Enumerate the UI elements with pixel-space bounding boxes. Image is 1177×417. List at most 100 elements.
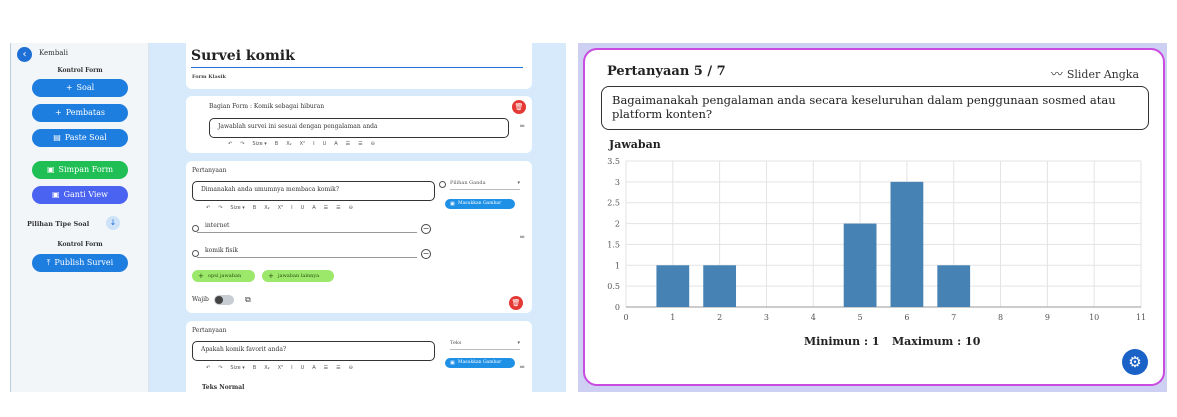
redo-icon[interactable]: ↷	[218, 205, 222, 211]
clipboard-icon: ▤	[53, 133, 61, 142]
bullet-list-icon[interactable]: ☰	[358, 141, 362, 147]
bullet-list-icon[interactable]: ☰	[336, 365, 340, 371]
superscript-icon[interactable]: X²	[300, 141, 305, 147]
preview-card: Pertanyaan 5 / 7 〰 Slider Angka Bagaimana…	[583, 48, 1165, 386]
save-icon: ▣	[52, 190, 60, 199]
min-label: Minimun : 1	[804, 335, 880, 348]
form-editor: ‹ Kembali Kontrol Form + Soal + Pembatas ▤…	[10, 43, 566, 392]
change-view-button[interactable]: ▣ Ganti View	[32, 186, 128, 204]
add-option-button[interactable]: + opsi jawaban	[192, 270, 255, 282]
italic-icon[interactable]: I	[291, 205, 292, 211]
bar	[656, 265, 690, 307]
add-other-answer-button[interactable]: + jawaban lainnya	[262, 270, 334, 282]
form-canvas: Survei komik Form Klasik Bagian Form : K…	[149, 43, 566, 392]
subscript-icon[interactable]: X₂	[286, 141, 291, 147]
plus-icon: +	[268, 272, 274, 280]
option-field-1[interactable]: internet	[197, 222, 417, 233]
form-title-input[interactable]: Survei komik	[191, 48, 295, 64]
add-pembatas-button[interactable]: + Pembatas	[32, 104, 128, 122]
y-tick-label: 3.5	[607, 157, 620, 166]
bold-icon[interactable]: B	[253, 205, 256, 211]
strike-icon[interactable]: A̶	[334, 141, 337, 147]
italic-icon[interactable]: I	[313, 141, 314, 147]
subscript-icon[interactable]: X₂	[264, 365, 269, 371]
insert-image-button[interactable]: ▣ Masukkan Gambar	[445, 358, 515, 368]
strike-icon[interactable]: A̶	[312, 365, 315, 371]
ordered-list-icon[interactable]: ☰	[324, 365, 328, 371]
underline-icon[interactable]: U	[301, 365, 305, 371]
y-tick-label: 3	[615, 178, 620, 187]
section-card: Bagian Form : Komik sebagai hiburan 🗑 Ja…	[186, 96, 532, 153]
add-soal-button[interactable]: + Soal	[32, 79, 128, 97]
copy-icon[interactable]: ⧉	[245, 295, 251, 305]
size-dropdown[interactable]: Size ▾	[252, 141, 266, 147]
insert-image-button[interactable]: ▣ Masukkan Gambar	[445, 199, 515, 209]
paste-soal-button[interactable]: ▤ Paste Soal	[32, 129, 128, 147]
y-tick-label: 1	[615, 261, 620, 270]
toggle-knob	[215, 296, 223, 304]
drag-handle-icon[interactable]: ═	[520, 233, 524, 241]
section-description-field[interactable]: Jawablah survei ini sesuai dengan pengal…	[209, 118, 509, 138]
kontrol-soal-heading: Kontrol Form	[57, 67, 103, 74]
question-text-box: Bagaimanakah pengalaman anda secara kese…	[601, 86, 1149, 130]
remove-option-icon[interactable]: −	[421, 224, 431, 234]
remove-option-icon[interactable]: −	[421, 249, 431, 259]
drag-handle-icon[interactable]: ═	[520, 363, 524, 371]
delete-icon[interactable]: 🗑	[509, 296, 523, 310]
question-label: Pertanyaan	[192, 327, 227, 334]
section-title[interactable]: Bagian Form : Komik sebagai hiburan	[209, 103, 324, 110]
answer-label: Jawaban	[609, 138, 661, 151]
subscript-icon[interactable]: X₂	[264, 205, 269, 211]
undo-icon[interactable]: ↶	[206, 205, 210, 211]
undo-icon[interactable]: ↶	[206, 365, 210, 371]
publish-button[interactable]: ⤒ Publish Survei	[32, 254, 128, 272]
x-tick-label: 10	[1089, 313, 1099, 322]
bold-icon[interactable]: B	[253, 365, 256, 371]
size-dropdown[interactable]: Size ▾	[230, 205, 244, 211]
superscript-icon[interactable]: X²	[278, 205, 283, 211]
question-type-label: Pilihan Tipe Soal	[27, 220, 90, 228]
settings-icon[interactable]: ⚙	[1122, 349, 1148, 375]
title-underline	[191, 67, 523, 68]
ordered-list-icon[interactable]: ☰	[346, 141, 350, 147]
strike-icon[interactable]: A̶	[312, 205, 315, 211]
ordered-list-icon[interactable]: ☰	[324, 205, 328, 211]
question-type-indicator: 〰 Slider Angka	[1050, 67, 1139, 81]
x-tick-label: 8	[998, 313, 1003, 322]
undo-icon[interactable]: ↶	[228, 141, 232, 147]
link-icon[interactable]: ⊖	[371, 141, 375, 147]
x-tick-label: 4	[811, 313, 816, 322]
form-title-card: Survei komik Form Klasik	[186, 43, 532, 89]
superscript-icon[interactable]: X²	[278, 365, 283, 371]
delete-icon[interactable]: 🗑	[512, 100, 526, 114]
kontrol-form-heading: Kontrol Form	[57, 241, 103, 248]
drag-handle-icon[interactable]: ═	[520, 122, 524, 130]
question-type-select[interactable]: Pilihan Ganda ▾	[450, 180, 520, 190]
redo-icon[interactable]: ↷	[240, 141, 244, 147]
arrow-down-icon[interactable]: ↓	[106, 216, 120, 230]
link-icon[interactable]: ⊖	[349, 205, 353, 211]
required-toggle[interactable]	[214, 295, 234, 305]
size-dropdown[interactable]: Size ▾	[230, 365, 244, 371]
slider-chart-icon: 〰	[1050, 67, 1063, 81]
underline-icon[interactable]: U	[323, 141, 327, 147]
underline-icon[interactable]: U	[301, 205, 305, 211]
x-tick-label: 5	[858, 313, 863, 322]
back-icon[interactable]: ‹	[17, 47, 32, 62]
publish-icon: ⤒	[46, 258, 51, 267]
italic-icon[interactable]: I	[291, 365, 292, 371]
x-tick-label: 6	[904, 313, 909, 322]
required-label: Wajib	[192, 296, 209, 303]
text-toolbar: ↶ ↷ Size ▾ B X₂ X² I U A̶ ☰ ☰ ⊖	[206, 205, 361, 211]
link-icon[interactable]: ⊖	[349, 365, 353, 371]
redo-icon[interactable]: ↷	[218, 365, 222, 371]
bullet-list-icon[interactable]: ☰	[336, 205, 340, 211]
question-type-select[interactable]: Teks ▾	[450, 340, 520, 350]
question-text-field[interactable]: Dimanakah anda umumnya membaca komik?	[192, 181, 435, 201]
bold-icon[interactable]: B	[275, 141, 278, 147]
save-form-button[interactable]: ▣ Simpan Form	[32, 161, 128, 179]
question-text-field[interactable]: Apakah komik favorit anda?	[192, 341, 435, 361]
back-label[interactable]: Kembali	[39, 49, 68, 57]
max-label: Maximum : 10	[892, 335, 981, 348]
option-field-2[interactable]: komik fisik	[197, 247, 417, 258]
